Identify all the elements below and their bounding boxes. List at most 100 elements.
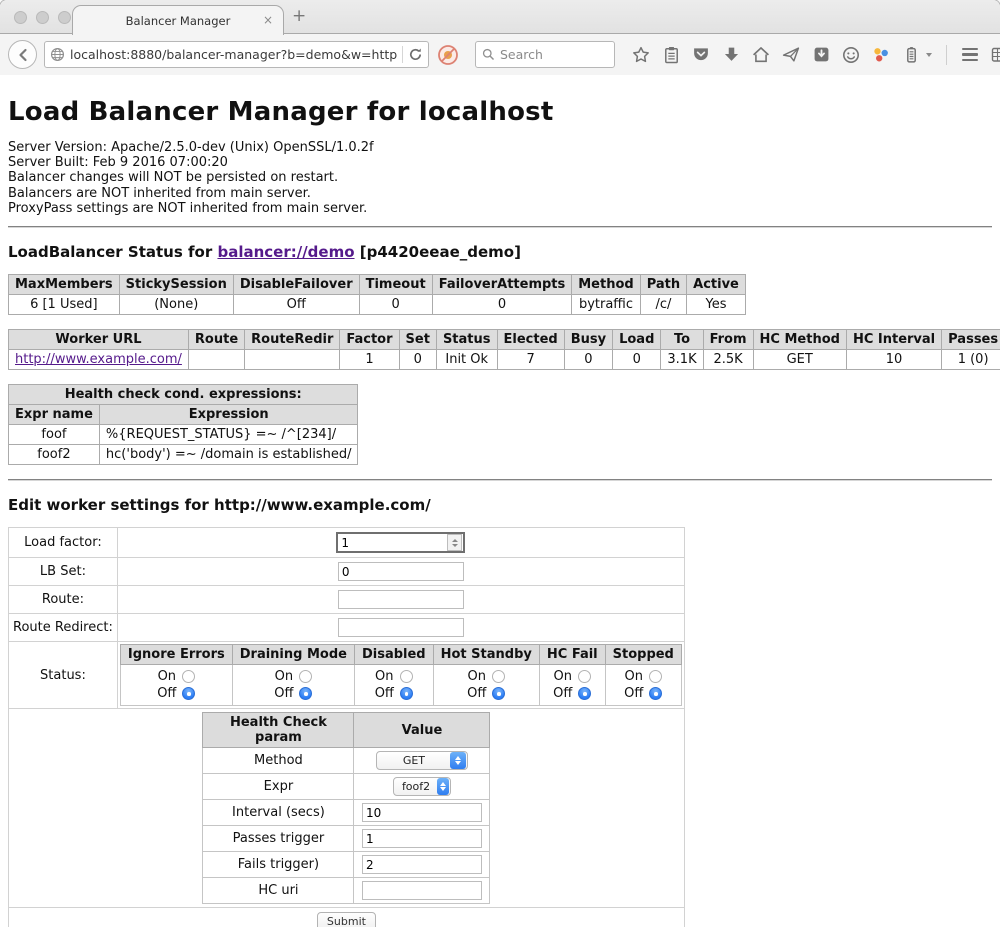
radio-hot-standby-off[interactable]	[492, 687, 505, 700]
col-maxmembers: MaxMembers	[9, 275, 120, 295]
table-title-row: Health check cond. expressions:	[9, 385, 358, 405]
off-label: Off	[375, 685, 394, 702]
col-stickysession: StickySession	[119, 275, 233, 295]
radio-hc-fail-off[interactable]	[578, 687, 591, 700]
balancer-demo-link[interactable]: balancer://demo	[217, 243, 354, 261]
window-controls	[14, 11, 71, 24]
menu-hamburger-icon[interactable]	[961, 46, 979, 64]
radio-disabled-on[interactable]	[400, 670, 413, 683]
on-label: On	[275, 668, 293, 685]
hc-method-selected-value: GET	[385, 754, 449, 767]
status-heading-prefix: LoadBalancer Status for	[8, 243, 217, 261]
col-method: Method	[572, 275, 640, 295]
expr-value-foof: %{REQUEST_STATUS} =~ /^[234]/	[99, 425, 358, 445]
worker-status-table: Worker URL Route RouteRedir Factor Set S…	[8, 329, 1000, 370]
extension-download-icon[interactable]	[812, 46, 830, 64]
table-row: foof %{REQUEST_STATUS} =~ /^[234]/	[9, 425, 358, 445]
close-window-button[interactable]	[14, 11, 27, 24]
submit-button[interactable]: Submit	[317, 912, 376, 927]
form-row-health-check: Health Check param Value Method GET Expr…	[9, 709, 685, 908]
minimize-window-button[interactable]	[36, 11, 49, 24]
status-heading-suffix: [p4420eeae_demo]	[355, 243, 521, 261]
hc-method-select[interactable]: GET	[376, 751, 468, 770]
radio-draining-mode-on[interactable]	[299, 670, 312, 683]
radio-ignore-errors-on[interactable]	[182, 670, 195, 683]
load-factor-input[interactable]	[338, 535, 447, 550]
send-icon[interactable]	[782, 46, 800, 64]
col-stopped: Stopped	[605, 645, 681, 665]
off-label: Off	[467, 685, 486, 702]
col-busy: Busy	[564, 330, 612, 350]
search-bar[interactable]: Search	[475, 41, 615, 68]
lb-set-input[interactable]	[338, 562, 464, 581]
worker-url-link[interactable]: http://www.example.com/	[15, 352, 182, 367]
reading-list-icon[interactable]	[662, 46, 680, 64]
on-label: On	[625, 668, 643, 685]
table-row: 6 [1 Used] (None) Off 0 0 bytraffic /c/ …	[9, 295, 746, 315]
radio-stopped-on[interactable]	[649, 670, 662, 683]
chat-smiley-icon[interactable]	[842, 46, 860, 64]
number-spinner-icon[interactable]	[447, 534, 462, 551]
select-chevrons-icon	[450, 752, 466, 769]
route-redirect-input[interactable]	[338, 618, 464, 637]
val-disablefailover: Off	[233, 295, 359, 315]
toolbar-separator	[946, 45, 947, 65]
form-row-load-factor: Load factor:	[9, 528, 685, 558]
globe-icon	[50, 47, 65, 62]
browser-window: Balancer Manager × + localhost:8880/bala…	[0, 0, 1000, 927]
home-icon[interactable]	[752, 46, 770, 64]
radio-hot-standby-on[interactable]	[492, 670, 505, 683]
hc-expr-select[interactable]: foof2	[393, 777, 451, 796]
val-hc-interval: 10	[846, 350, 941, 370]
edit-worker-heading: Edit worker settings for http://www.exam…	[8, 496, 992, 514]
radio-disabled-off[interactable]	[400, 687, 413, 700]
bookmark-star-icon[interactable]	[632, 46, 650, 64]
table-row: foof2 hc('body') =~ /domain is establish…	[9, 445, 358, 465]
download-icon[interactable]	[722, 46, 740, 64]
divider	[8, 479, 992, 481]
proxypass-notice-line: ProxyPass settings are NOT inherited fro…	[8, 201, 992, 216]
radio-hc-fail-on[interactable]	[578, 670, 591, 683]
radio-ignore-errors-off[interactable]	[182, 687, 195, 700]
table-header-row: Expr name Expression	[9, 405, 358, 425]
on-label: On	[158, 668, 176, 685]
col-timeout: Timeout	[359, 275, 432, 295]
tab-balancer-manager[interactable]: Balancer Manager ×	[72, 5, 284, 35]
on-label: On	[375, 668, 393, 685]
hc-fails-input[interactable]	[362, 855, 482, 874]
adblock-icon[interactable]	[436, 43, 460, 67]
caret-down-icon[interactable]	[926, 53, 932, 57]
back-button[interactable]	[8, 40, 37, 69]
new-tab-button[interactable]: +	[292, 8, 306, 25]
hc-uri-input[interactable]	[362, 881, 482, 900]
persist-notice-line: Balancer changes will NOT be persisted o…	[8, 170, 992, 185]
col-draining-mode: Draining Mode	[232, 645, 354, 665]
status-stopped-cell: On Off	[605, 665, 681, 706]
col-disablefailover: DisableFailover	[233, 275, 359, 295]
battery-panel-icon[interactable]	[902, 46, 920, 64]
tab-close-icon[interactable]: ×	[263, 13, 273, 27]
page-title: Load Balancer Manager for localhost	[8, 97, 992, 127]
radio-stopped-off[interactable]	[649, 687, 662, 700]
pocket-icon[interactable]	[692, 46, 710, 64]
url-bar[interactable]: localhost:8880/balancer-manager?b=demo&w…	[44, 41, 429, 68]
reload-icon[interactable]	[408, 47, 423, 62]
radio-draining-mode-off[interactable]	[299, 687, 312, 700]
hc-passes-input[interactable]	[362, 829, 482, 848]
col-hc-interval: HC Interval	[846, 330, 941, 350]
val-method: bytraffic	[572, 295, 640, 315]
health-check-table: Health Check param Value Method GET Expr…	[202, 712, 490, 904]
expr-name-foof2: foof2	[9, 445, 100, 465]
url-text[interactable]: localhost:8880/balancer-manager?b=demo&w…	[70, 47, 397, 62]
worker-row: http://www.example.com/ 1 0 Init Ok 7 0 …	[9, 350, 1000, 370]
extension-grid-icon[interactable]	[991, 46, 1000, 64]
on-label: On	[554, 668, 572, 685]
edit-worker-form: Load factor: LB Set: Route: Route Redire…	[8, 527, 685, 927]
zoom-window-button[interactable]	[58, 11, 71, 24]
health-expressions-table: Health check cond. expressions: Expr nam…	[8, 384, 358, 465]
hc-interval-input[interactable]	[362, 803, 482, 822]
col-worker-url: Worker URL	[9, 330, 189, 350]
colordots-extension-icon[interactable]	[872, 46, 890, 64]
route-input[interactable]	[338, 590, 464, 609]
val-path: /c/	[640, 295, 686, 315]
